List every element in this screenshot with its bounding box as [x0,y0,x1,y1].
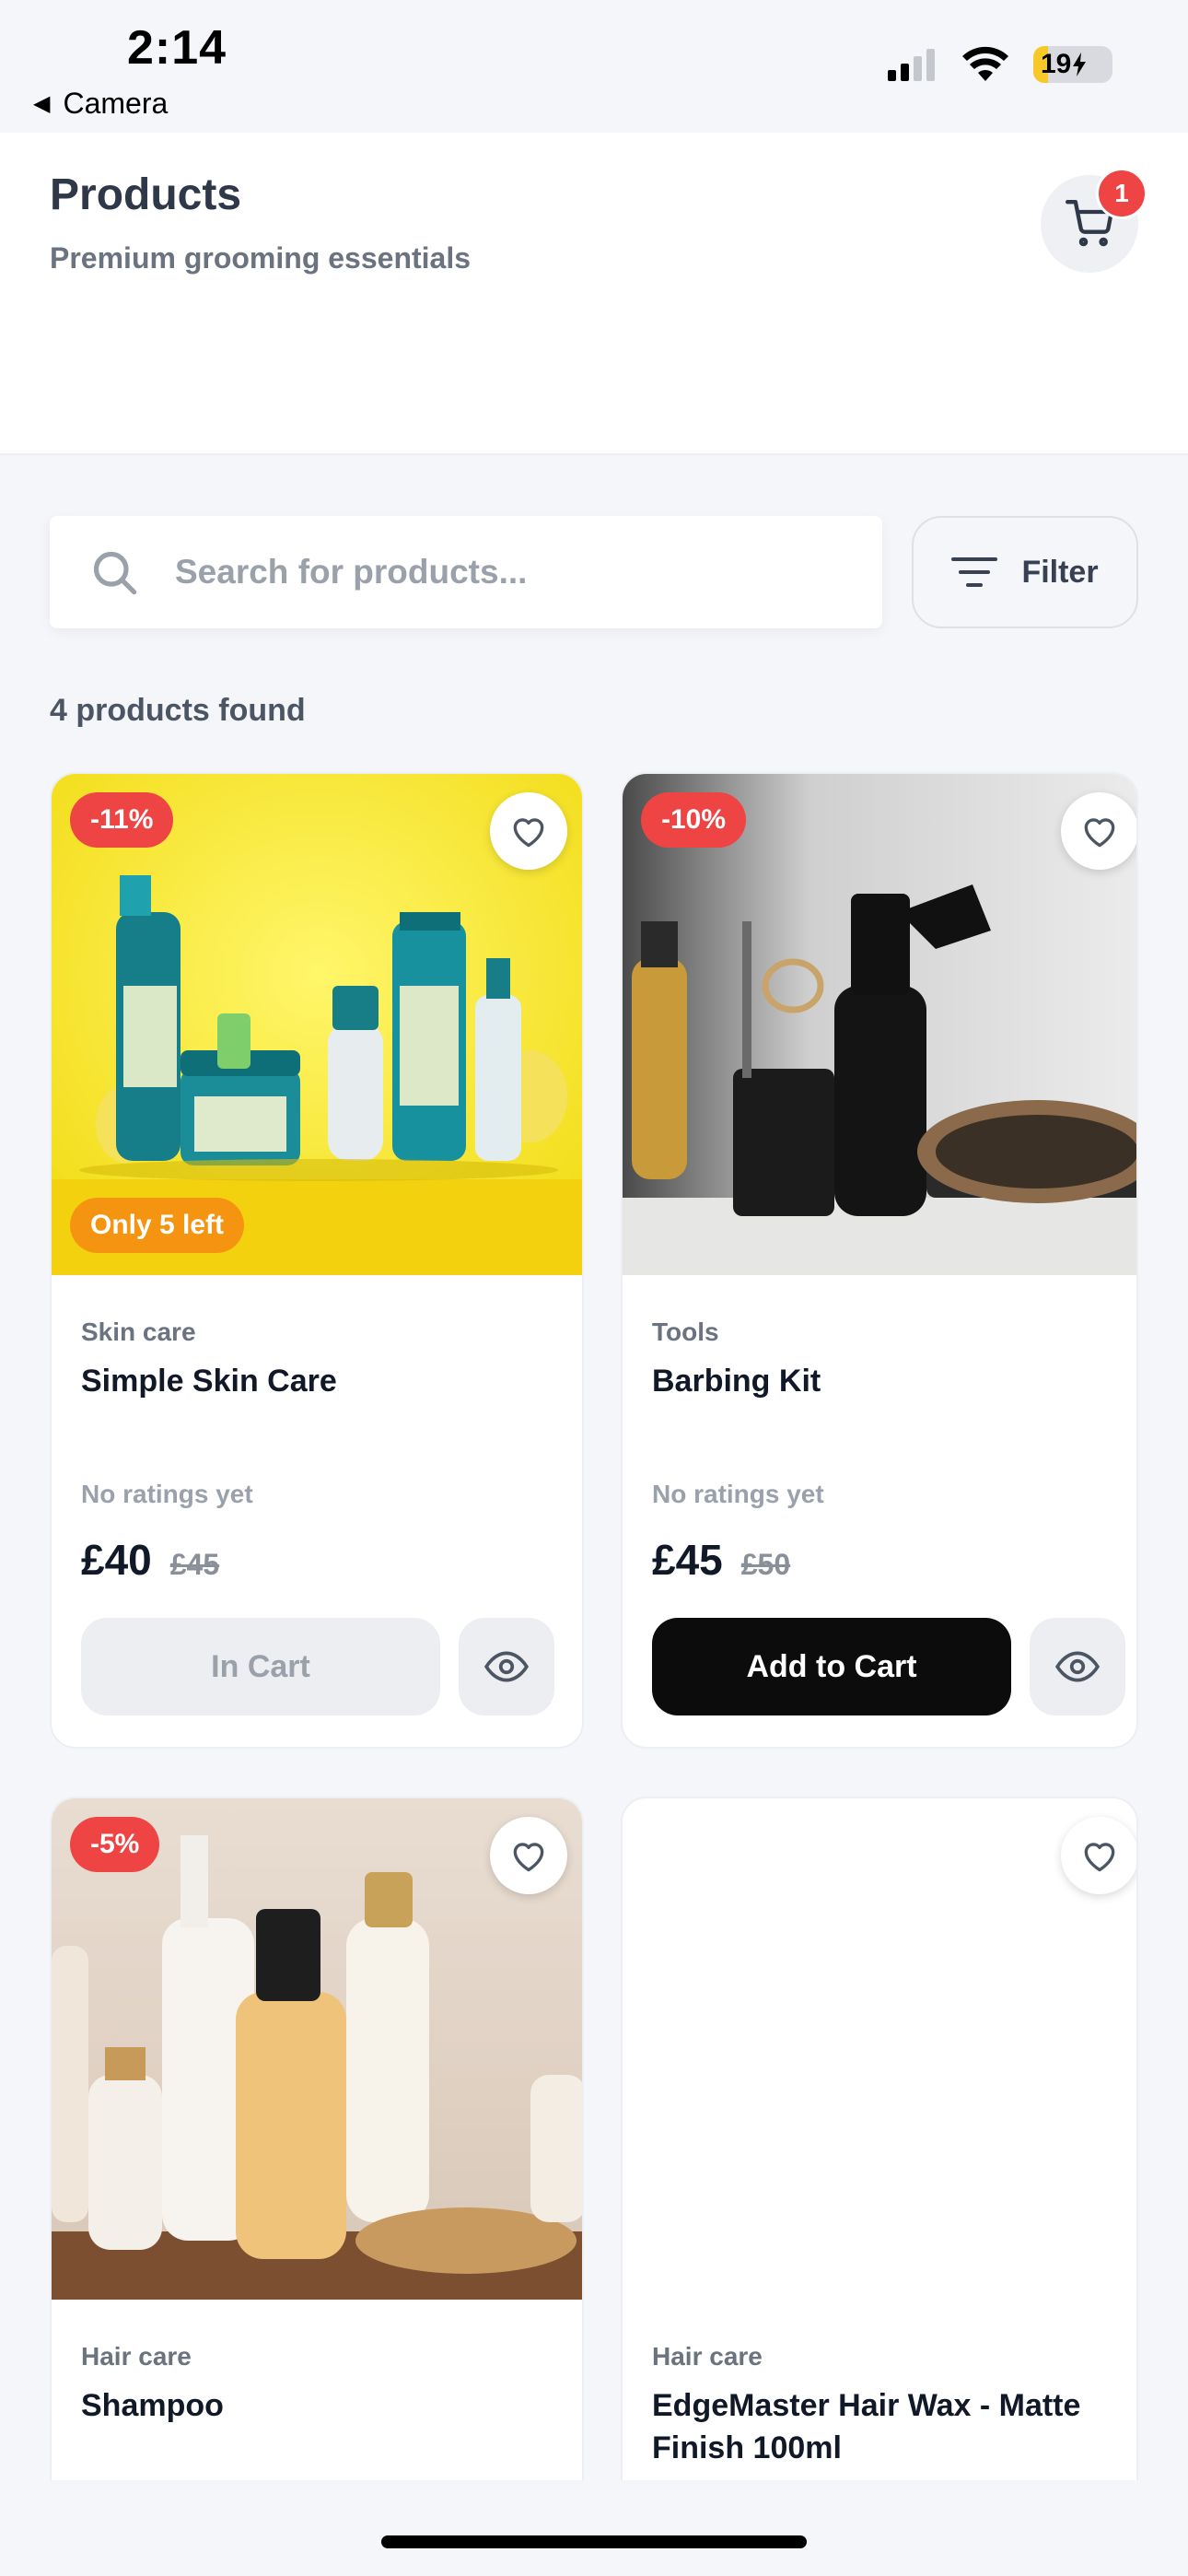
barbing-kit-product-photo [623,774,1136,1275]
wifi-icon [962,46,1008,81]
product-rating: No ratings yet [652,1480,824,1508]
product-name[interactable]: Simple Skin Care [81,1360,560,1402]
heart-icon [513,818,544,848]
product-category: Tools [652,1317,719,1346]
wishlist-button[interactable] [490,1817,567,1894]
filter-button[interactable]: Filter [912,516,1138,628]
status-time: 2:14 [127,21,227,75]
current-price: £45 [652,1536,723,1584]
product-card[interactable]: -11% Only 5 left Skin care Simple Skin C… [50,772,584,1749]
search-bar[interactable] [50,516,882,628]
page-title: Products [50,170,242,219]
discount-badge: -5% [70,1817,160,1872]
filter-lines-icon [951,557,998,587]
charging-bolt-icon [1073,53,1087,76]
product-category: Skin care [81,1317,196,1346]
product-price: £40 £45 [81,1535,219,1585]
add-to-cart-button[interactable]: Add to Cart [652,1618,1011,1715]
search-input[interactable] [175,553,838,591]
quick-view-button[interactable] [459,1618,554,1715]
in-cart-button[interactable]: In Cart [81,1618,440,1715]
results-count: 4 products found [50,693,306,728]
current-price: £40 [81,1536,152,1584]
product-category: Hair care [652,2342,763,2371]
product-price: £45 £50 [652,1535,790,1585]
search-icon [90,548,138,596]
product-name[interactable]: Shampoo [81,2384,560,2427]
discount-badge: -11% [70,792,174,848]
battery-percent: 19 [1041,49,1072,79]
discount-badge: -10% [641,792,747,848]
product-rating: No ratings yet [81,1480,253,1508]
eye-icon [1054,1651,1101,1682]
quick-view-button[interactable] [1030,1618,1125,1715]
cart-count-badge: 1 [1096,168,1147,219]
filter-label: Filter [1021,554,1099,590]
cellular-signal-icon [888,49,935,81]
heart-icon [1084,818,1115,848]
bottom-safe-area [0,2480,1188,2576]
low-stock-badge: Only 5 left [70,1198,245,1253]
status-bar: 2:14 ◀ Camera 19 [0,0,1188,133]
back-app-label: Camera [63,87,169,120]
home-indicator[interactable] [381,2535,807,2548]
wishlist-button[interactable] [1061,792,1136,870]
wishlist-button[interactable] [1061,1817,1136,1894]
product-image[interactable]: -5% [52,1798,582,2300]
battery-icon: 19 [1033,46,1112,83]
product-name[interactable]: Barbing Kit [652,1360,1131,1402]
product-image-placeholder[interactable] [623,1798,1136,2300]
product-card[interactable]: Hair care EdgeMaster Hair Wax - Matte Fi… [621,1797,1138,2576]
product-image[interactable]: -10% [623,774,1136,1275]
product-category: Hair care [81,2342,192,2371]
product-card[interactable]: -10% Tools Barbing Kit No ratings yet £4… [621,772,1138,1749]
original-price: £45 [169,1548,220,1581]
original-price: £50 [740,1548,791,1581]
wishlist-button[interactable] [490,792,567,870]
status-icons: 19 [886,46,1112,83]
page-subtitle: Premium grooming essentials [50,241,472,275]
back-triangle-icon: ◀ [33,91,51,116]
heart-icon [513,1843,544,1872]
eye-icon [483,1651,530,1682]
back-to-app-button[interactable]: ◀ Camera [33,87,168,121]
product-name[interactable]: EdgeMaster Hair Wax - Matte Finish 100ml [652,2384,1131,2469]
product-card[interactable]: -5% Hair care Shampoo [50,1797,584,2576]
product-image[interactable]: -11% Only 5 left [52,774,582,1275]
heart-icon [1084,1843,1115,1872]
